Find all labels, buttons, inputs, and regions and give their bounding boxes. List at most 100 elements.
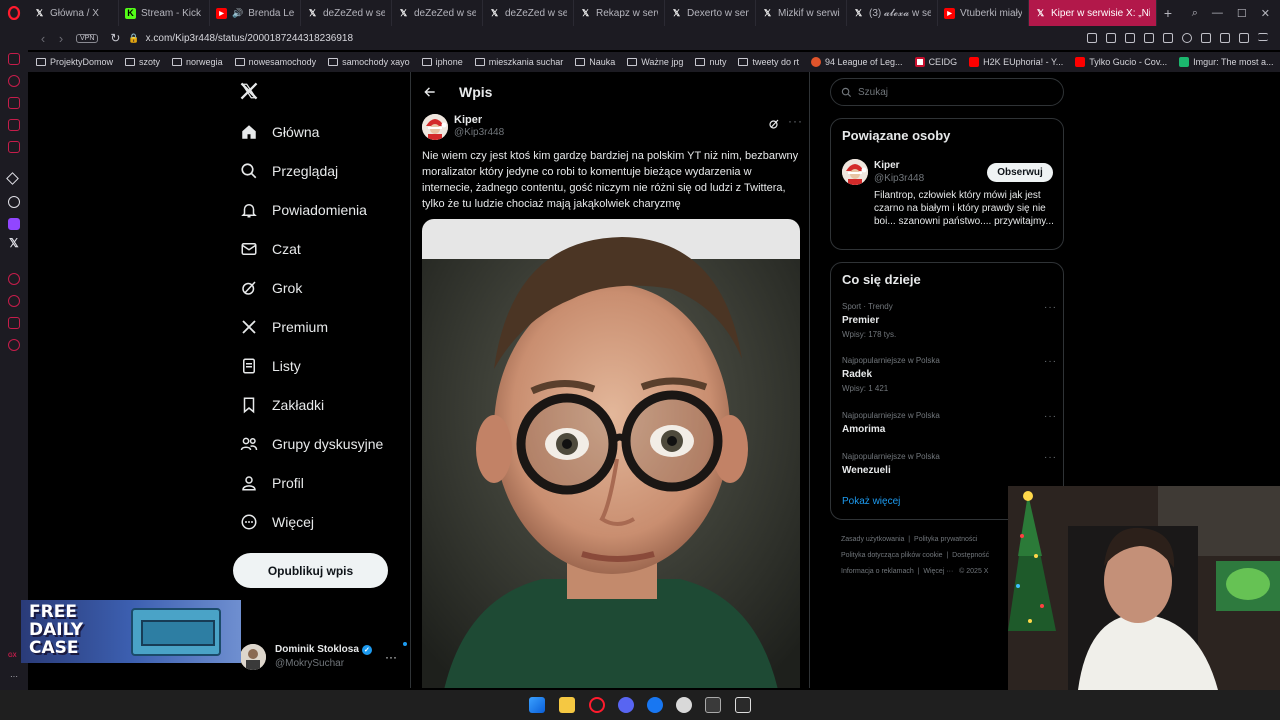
speaker-icon[interactable]: 🔊 — [232, 8, 243, 19]
footer-link[interactable]: Polityka dotycząca plików cookie — [841, 552, 943, 559]
extensions-sidebar-icon[interactable] — [8, 317, 20, 329]
free-daily-case-ad[interactable]: FREE DAILY CASE — [21, 600, 241, 663]
nav-item-lists[interactable]: Listy — [240, 357, 301, 375]
browser-tab[interactable]: ▶ 🔊 Brenda Lee — [210, 0, 301, 26]
back-arrow-icon[interactable] — [423, 85, 437, 99]
nav-item-grok[interactable]: Grok — [240, 279, 302, 297]
clock-sidebar-icon[interactable] — [8, 295, 20, 307]
vpn-badge[interactable]: VPN — [76, 33, 99, 43]
trend-item[interactable]: Najpopularniejsze w Polska Wenezueli ··· — [842, 452, 1057, 476]
footer-link[interactable]: Dostępność — [952, 552, 989, 559]
bookmark-folder[interactable]: tweety do rt — [738, 57, 799, 67]
windows-start-icon[interactable] — [529, 697, 545, 713]
nav-item-communities[interactable]: Grupy dyskusyjne — [240, 435, 383, 453]
author-name[interactable]: Kiper — [454, 114, 482, 126]
nav-item-home[interactable]: Główna — [240, 123, 319, 141]
send-icon[interactable] — [1163, 33, 1173, 43]
bookmark-link[interactable]: H2K EUphoria! - Y... — [969, 57, 1063, 67]
twitch-sidebar-icon[interactable] — [8, 218, 20, 230]
bookmark-folder[interactable]: Nauka — [575, 57, 615, 67]
related-name[interactable]: Kiper — [874, 160, 900, 171]
browser-tab[interactable]: ▶ Vtuberki miały — [938, 0, 1029, 26]
extensions-icon[interactable] — [1201, 33, 1211, 43]
trend-item[interactable]: Najpopularniejsze w Polska Amorima ··· — [842, 411, 1057, 435]
author-handle[interactable]: @Kip3r448 — [454, 127, 504, 138]
snapshot-icon[interactable] — [1106, 33, 1116, 43]
browser-tab[interactable]: 𝕏deZeZed w serw — [392, 0, 483, 26]
browser-tab-active[interactable]: 𝕏 Kiper w serwisie X: „Nie w — [1029, 0, 1157, 26]
post-more-icon[interactable]: ··· — [788, 114, 803, 128]
wallet-sidebar-icon[interactable] — [8, 97, 20, 109]
discord-icon[interactable] — [618, 697, 634, 713]
messenger-sidebar-icon[interactable] — [8, 53, 20, 65]
wallet-icon[interactable] — [1220, 33, 1230, 43]
nav-item-bookmarks[interactable]: Zakładki — [240, 396, 324, 414]
bookmark-page-icon[interactable] — [1087, 33, 1097, 43]
mail-sidebar-icon[interactable] — [8, 141, 20, 153]
bookmark-folder[interactable]: mieszkania suchar — [474, 57, 563, 67]
trend-item[interactable]: Najpopularniejsze w Polska Radek Wpisy: … — [842, 356, 1057, 393]
trend-item[interactable]: Sport · Trendy Premier Wpisy: 178 tys. ·… — [842, 302, 1057, 339]
nav-item-explore[interactable]: Przeglądaj — [240, 162, 338, 180]
nav-item-notifications[interactable]: Powiadomienia — [240, 201, 367, 219]
related-handle[interactable]: @Kip3r448 — [874, 173, 924, 184]
x-logo-icon[interactable] — [240, 82, 258, 100]
facebook-icon[interactable] — [647, 697, 663, 713]
search-tabs-icon[interactable]: ⌕ — [1192, 7, 1198, 20]
browser-tab[interactable]: 𝕏deZeZed w serw — [483, 0, 574, 26]
nav-item-profile[interactable]: Profil — [240, 474, 304, 492]
nav-item-premium[interactable]: Premium — [240, 318, 328, 336]
bookmark-link[interactable]: CEIDG — [914, 57, 957, 67]
browser-tab[interactable]: 𝕏 Główna / X — [28, 0, 119, 26]
browser-tab[interactable]: 𝕏deZeZed w serw — [301, 0, 392, 26]
download-icon[interactable] — [1239, 33, 1249, 43]
browser-tab[interactable]: 𝕏 (3) 𝓪𝓵𝓮𝔁𝓪 w ser — [847, 0, 938, 26]
bookmark-link[interactable]: Imgur: The most a... — [1179, 57, 1274, 67]
bookmark-folder[interactable]: samochody xayo — [328, 57, 410, 67]
avatar[interactable] — [842, 159, 868, 185]
bookmark-folder[interactable]: szoty — [125, 57, 160, 67]
gx-icon[interactable]: GX — [8, 653, 17, 659]
lock-icon[interactable]: 🔒 — [128, 33, 139, 44]
play-icon[interactable] — [1144, 33, 1154, 43]
post-image[interactable] — [422, 219, 800, 688]
maximize-icon[interactable]: ☐ — [1237, 7, 1247, 20]
heart-icon[interactable] — [1182, 33, 1192, 43]
x-sidebar-icon[interactable]: 𝕏 — [9, 236, 19, 250]
history-sidebar-icon[interactable] — [8, 75, 20, 87]
show-more-link[interactable]: Pokaż więcej — [842, 496, 900, 507]
search-input[interactable] — [858, 86, 1048, 98]
bookmark-link[interactable]: 94 League of Leg... — [810, 57, 903, 67]
account-more-icon[interactable]: ··· — [385, 650, 397, 664]
account-switcher[interactable]: Dominik Stoklosa ✓ @MokrySuchar ··· — [240, 642, 407, 674]
terminal-icon[interactable] — [705, 697, 721, 713]
footer-more-link[interactable]: Więcej ··· — [923, 568, 953, 575]
close-icon[interactable]: ✕ — [1261, 7, 1270, 20]
aria-sidebar-icon[interactable] — [6, 172, 19, 185]
bookmark-folder[interactable]: nuty — [695, 57, 726, 67]
trend-more-icon[interactable]: ··· — [1044, 356, 1057, 367]
browser-tab[interactable]: 𝕏 Dexerto w serw — [665, 0, 756, 26]
footer-link[interactable]: Polityka prywatności — [914, 536, 977, 543]
opera-menu-button[interactable] — [0, 0, 28, 26]
trend-more-icon[interactable]: ··· — [1044, 411, 1057, 422]
footer-link[interactable]: Zasady użytkowania — [841, 536, 904, 543]
minimize-icon[interactable]: — — [1212, 7, 1223, 20]
nav-item-more[interactable]: Więcej — [240, 513, 314, 531]
avatar[interactable] — [422, 114, 448, 140]
opera-gx-taskbar-icon[interactable] — [589, 697, 605, 713]
sidebar-more-icon[interactable]: ··· — [10, 672, 18, 681]
trend-more-icon[interactable]: ··· — [1044, 452, 1057, 463]
browser-tab[interactable]: 𝕏 Rekapz w serw — [574, 0, 665, 26]
bookmark-folder[interactable]: Ważne jpg — [627, 57, 683, 67]
trend-more-icon[interactable]: ··· — [1044, 302, 1057, 313]
player-sidebar-icon[interactable] — [8, 273, 20, 285]
shield-icon[interactable] — [1125, 33, 1135, 43]
browser-tab[interactable]: K Stream - Kick D — [119, 0, 210, 26]
new-tab-button[interactable]: + — [1157, 5, 1179, 21]
chatgpt-sidebar-icon[interactable] — [8, 196, 20, 208]
reload-icon[interactable]: ↻ — [106, 31, 124, 45]
bookmark-folder[interactable]: norwegia — [172, 57, 223, 67]
nav-item-chat[interactable]: Czat — [240, 240, 301, 258]
forward-nav-icon[interactable]: › — [52, 31, 70, 46]
